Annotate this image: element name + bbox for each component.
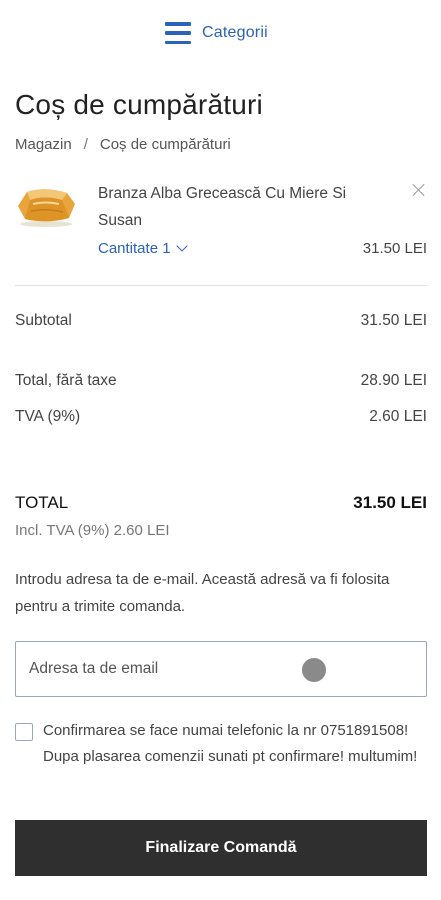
subtotal-row: Subtotal 31.50 LEI [15, 312, 427, 330]
product-thumbnail[interactable] [15, 184, 77, 228]
vat-label: TVA (9%) [15, 408, 81, 425]
email-input[interactable] [29, 642, 299, 696]
breadcrumb-separator: / [83, 136, 88, 153]
total-label: TOTAL [15, 493, 69, 512]
breadcrumb-shop-link[interactable]: Magazin [15, 136, 72, 153]
total-row: TOTAL 31.50 LEI [15, 493, 427, 513]
net-total-label: Total, fără taxe [15, 372, 117, 389]
net-total-value: 28.90 LEI [360, 372, 427, 389]
top-bar: Categorii [0, 0, 441, 72]
chevron-down-icon[interactable] [175, 240, 188, 252]
page-title: Coș de cumpărături [15, 89, 263, 120]
breadcrumb-current: Coș de cumpărături [99, 136, 231, 153]
vat-included-note: Incl. TVA (9%) 2.60 LEI [15, 522, 170, 539]
loading-indicator-icon [302, 658, 326, 682]
quantity-label[interactable]: Cantitate 1 [98, 240, 171, 257]
categories-menu-button[interactable]: Categorii [165, 22, 268, 44]
remove-item-close-icon[interactable] [411, 182, 427, 198]
divider [15, 285, 427, 286]
item-price: 31.50 LEI [362, 240, 427, 257]
net-total-row: Total, fără taxe 28.90 LEI [15, 372, 427, 390]
hamburger-menu-icon[interactable] [165, 22, 191, 44]
email-instructions: Introdu adresa ta de e-mail. Această adr… [15, 571, 390, 615]
quantity-selector[interactable]: Cantitate 1 [98, 240, 188, 257]
product-name[interactable]: Branza Alba Grecească Cu Miere Si Susan [98, 180, 394, 234]
place-order-button[interactable]: Finalizare Comandă [15, 820, 427, 876]
total-value: 31.50 LEI [353, 493, 427, 512]
subtotal-value: 31.50 LEI [360, 312, 427, 329]
email-field[interactable] [15, 641, 427, 697]
categories-label[interactable]: Categorii [202, 24, 268, 42]
consent-text[interactable]: Confirmarea se face numai telefonic la n… [43, 718, 427, 770]
subtotal-label: Subtotal [15, 312, 72, 329]
vat-row: TVA (9%) 2.60 LEI [15, 408, 427, 426]
breadcrumb: Magazin / Coș de cumpărături [15, 136, 231, 153]
vat-value: 2.60 LEI [369, 408, 427, 425]
cart-item: Branza Alba Grecească Cu Miere Si Susan … [15, 176, 427, 266]
consent-checkbox[interactable] [15, 723, 33, 741]
